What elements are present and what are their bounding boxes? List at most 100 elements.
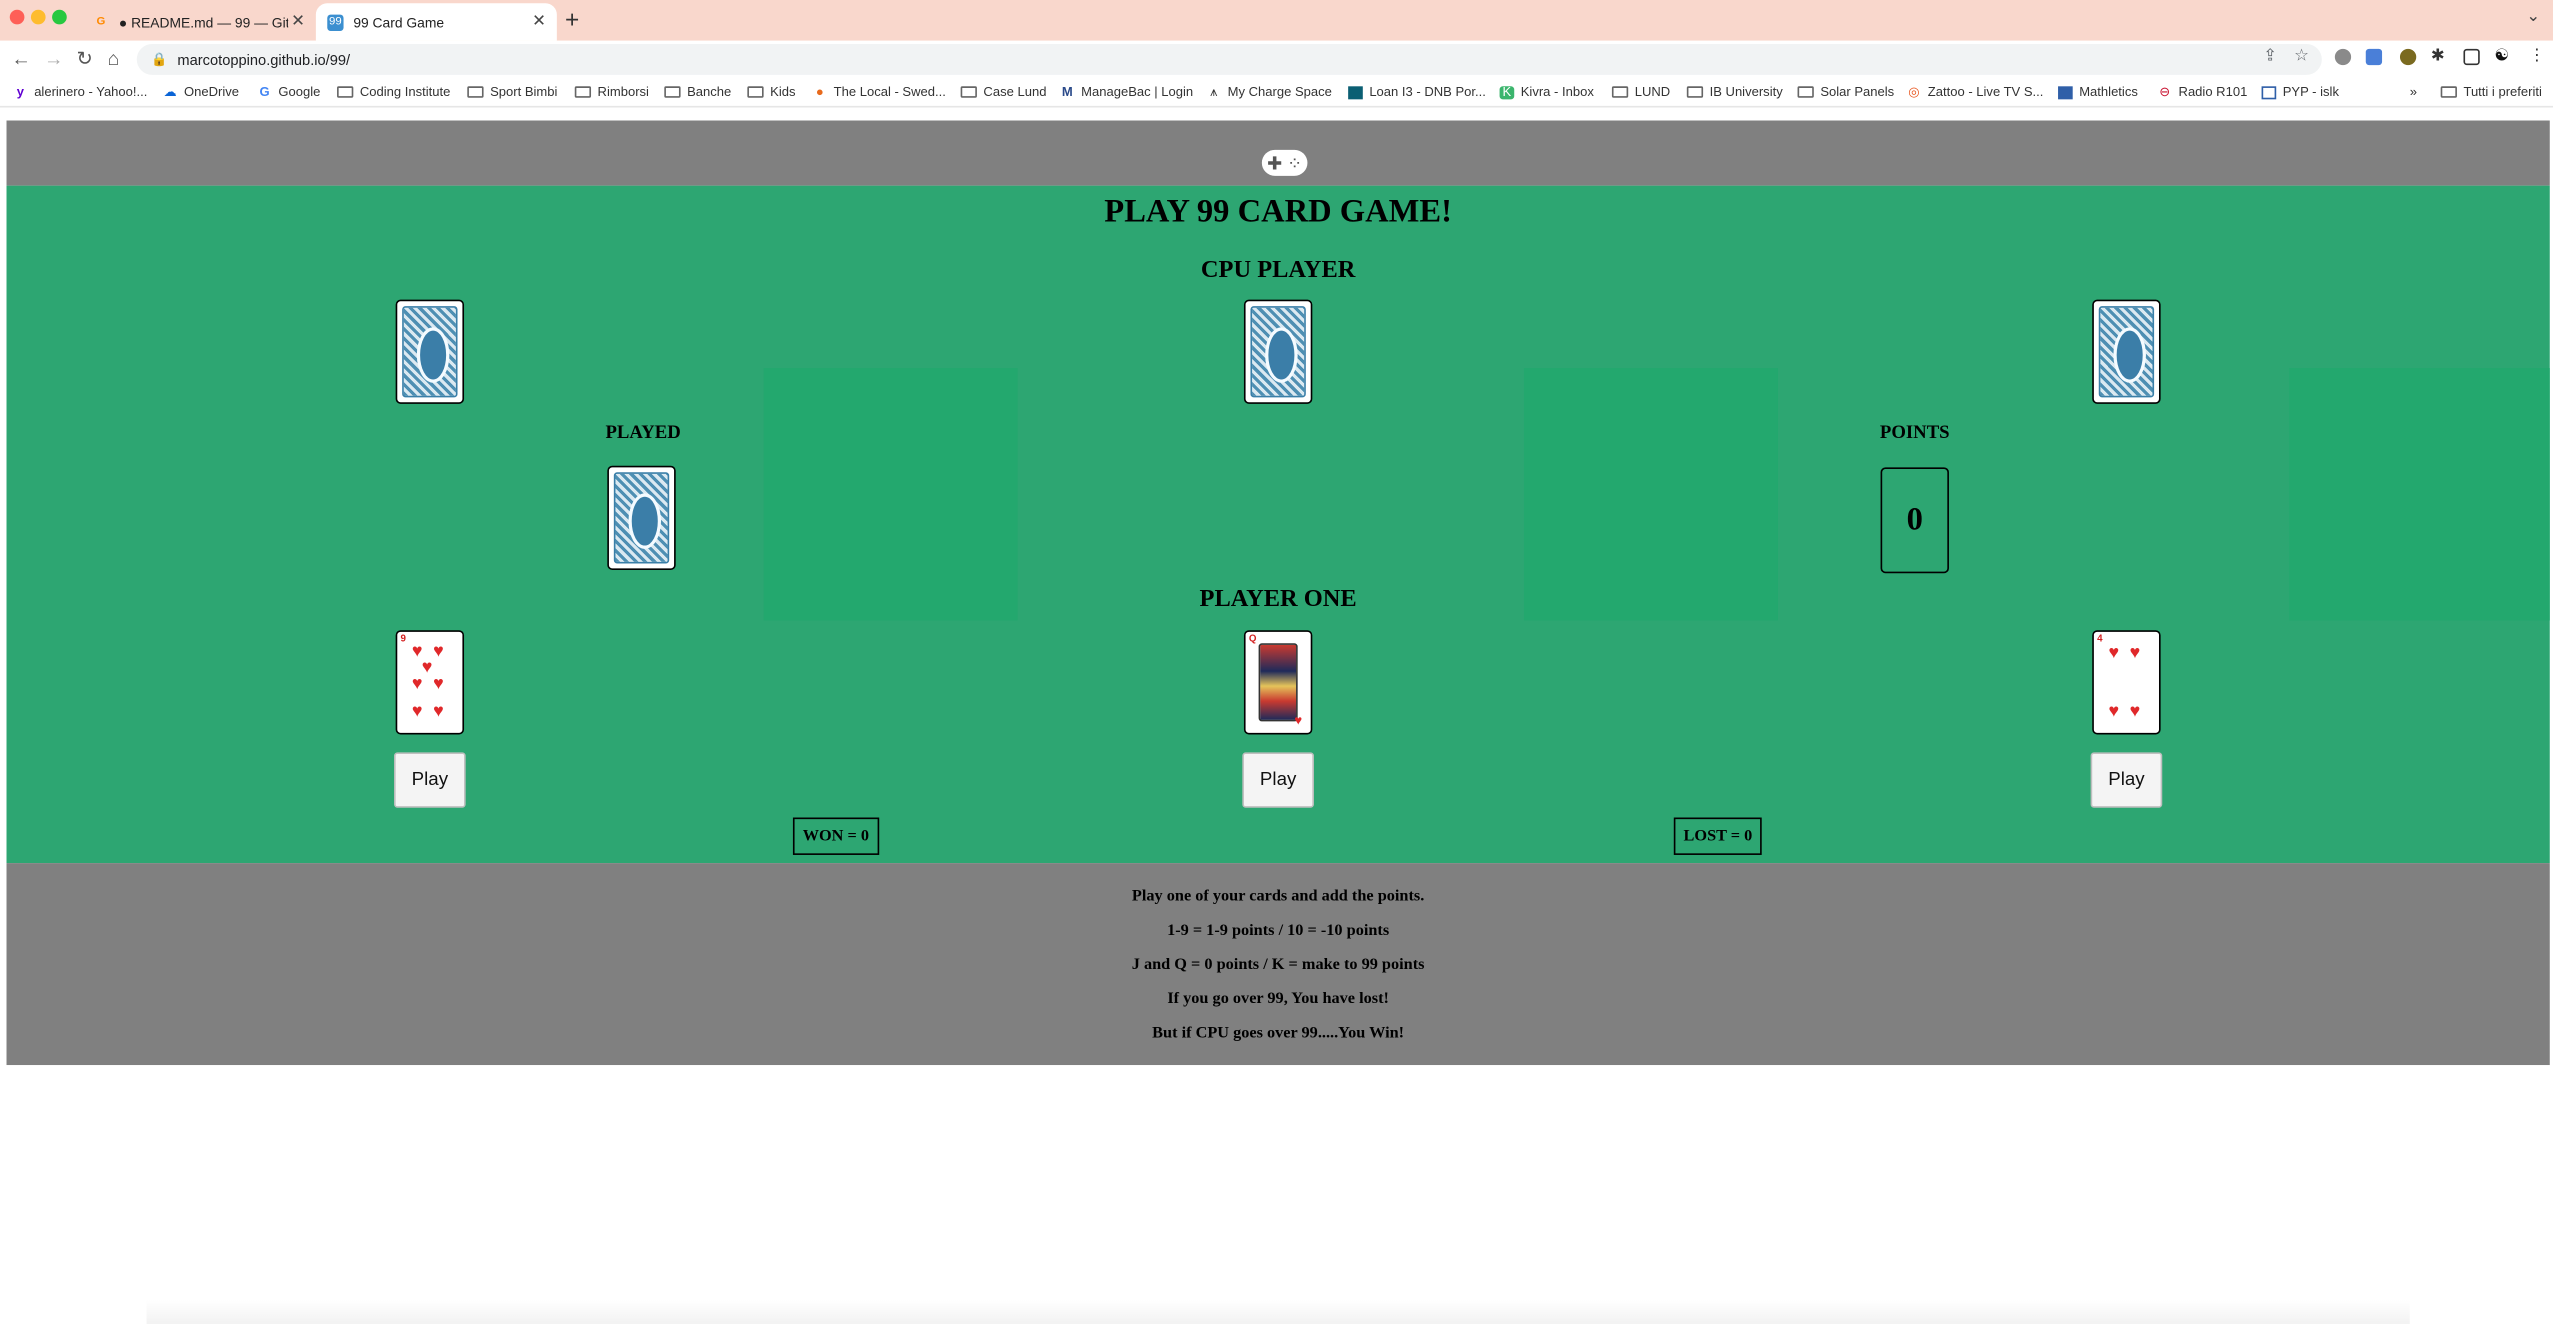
gitpod-icon: G xyxy=(96,16,106,28)
bookmark-item[interactable]: Loan I3 - DNB Por... xyxy=(1348,85,1486,99)
tab-readme[interactable]: G ● README.md — 99 — Gitpod ✕ xyxy=(81,3,315,40)
play-card-3-button[interactable]: Play xyxy=(2090,752,2163,808)
folder-icon xyxy=(467,86,484,98)
extensions-puzzle-icon[interactable]: ✱ xyxy=(2431,47,2445,65)
game-title: PLAY 99 CARD GAME! xyxy=(1104,193,1452,230)
rules-panel: Play one of your cards and add the point… xyxy=(6,863,2550,1066)
bookmark-folder[interactable]: IB University xyxy=(1686,84,1783,100)
bookmark-label: LUND xyxy=(1634,84,1671,100)
more-bookmarks-chevron[interactable]: » xyxy=(2410,85,2417,100)
rule-line: But if CPU goes over 99.....You Win! xyxy=(1152,1024,1405,1043)
queen-portrait xyxy=(1258,643,1298,722)
bookmark-label: Coding Institute xyxy=(359,84,451,100)
tab-strip: G ● README.md — 99 — Gitpod ✕ 99 99 Card… xyxy=(0,0,2553,41)
bookmark-item[interactable]: PYP - islk xyxy=(2261,84,2339,100)
player-card-1: 9 ♥ ♥ ♥ ♥ ♥ ♥ ♥ xyxy=(395,630,465,735)
tab-search-chevron-icon[interactable]: ⌄ xyxy=(2526,8,2540,26)
folder-icon xyxy=(960,86,977,98)
kivra-icon: K xyxy=(1499,85,1515,99)
bookmark-label: Tutti i preferiti xyxy=(2463,84,2542,100)
profile-avatar-icon[interactable]: ☯ xyxy=(2494,47,2509,65)
cpu-player-heading: CPU PLAYER xyxy=(1200,257,1356,284)
nine-of-hearts-card: 9 ♥ ♥ ♥ ♥ ♥ ♥ ♥ xyxy=(397,632,462,733)
lost-counter: LOST = 0 xyxy=(1673,817,1763,855)
translate-icon[interactable] xyxy=(2365,48,2383,66)
card-back xyxy=(613,472,670,564)
onedrive-icon: ☁ xyxy=(163,83,177,99)
bookmark-folder[interactable]: Tutti i preferiti xyxy=(2440,84,2542,100)
forward-icon[interactable]: → xyxy=(44,47,64,70)
managebac-icon: M xyxy=(1061,83,1073,99)
back-icon[interactable]: ← xyxy=(11,47,31,70)
bookmark-folder[interactable]: Sport Bimbi xyxy=(467,85,557,99)
extension-gear-icon[interactable] xyxy=(2334,48,2352,66)
bookmark-label: Solar Panels xyxy=(1820,84,1895,100)
bookmark-folder[interactable]: Rimborsi xyxy=(574,85,649,99)
tab-99-card-game[interactable]: 99 99 Card Game ✕ xyxy=(315,3,557,41)
browser-toolbar: ← → ↻ ⌂ 🔒 marcotoppino.github.io/99/ ⇪ ☆… xyxy=(0,40,2553,80)
home-icon[interactable]: ⌂ xyxy=(107,47,119,70)
played-card xyxy=(607,465,676,570)
player-one-heading: PLAYER ONE xyxy=(1199,586,1357,613)
bookmark-item[interactable]: G Google xyxy=(257,85,320,100)
heart-icon: ♥ xyxy=(1294,713,1303,728)
bookmark-folder[interactable]: Banche xyxy=(664,85,731,99)
card-rank: Q xyxy=(1248,635,1257,645)
bookmark-label: ManageBac | Login xyxy=(1081,84,1194,100)
play-card-1-button[interactable]: Play xyxy=(394,752,466,808)
close-tab-icon[interactable]: ✕ xyxy=(529,13,549,31)
reload-icon[interactable]: ↻ xyxy=(77,47,93,70)
close-window-icon[interactable] xyxy=(9,9,25,25)
bookmark-label: IB University xyxy=(1709,84,1783,100)
bookmark-item[interactable]: ● The Local - Swed... xyxy=(812,83,946,100)
charge-space-icon: ⩚ xyxy=(1210,83,1218,99)
bookmark-folder[interactable]: Coding Institute xyxy=(337,84,451,100)
google-icon: G xyxy=(259,83,270,99)
decorative-panel xyxy=(763,368,1018,621)
share-icon[interactable]: ⇪ xyxy=(2263,47,2277,65)
maximize-window-icon[interactable] xyxy=(52,9,67,25)
browser-menu-icon[interactable]: ⋮ xyxy=(2529,47,2545,65)
bookmark-item[interactable]: ☁ OneDrive xyxy=(163,85,239,100)
lock-icon: 🔒 xyxy=(151,52,168,67)
the-local-icon: ● xyxy=(815,83,824,99)
bookmark-item[interactable]: y alerinero - Yahoo!... xyxy=(13,84,148,100)
mathletics-icon xyxy=(2058,85,2073,99)
bookmark-label: The Local - Swed... xyxy=(833,84,946,100)
bookmark-item[interactable]: Mathletics xyxy=(2058,85,2138,99)
bookmark-folder[interactable]: Solar Panels xyxy=(1797,84,1895,100)
bookmark-folder[interactable]: Kids xyxy=(747,85,795,99)
bookmark-label: PYP - islk xyxy=(2282,84,2339,100)
bookmark-label: alerinero - Yahoo!... xyxy=(34,84,148,100)
decorative-panel xyxy=(2289,368,2550,621)
bookmark-label: Google xyxy=(278,84,321,100)
heart-icon: ♥ xyxy=(2129,701,2141,722)
heart-icon: ♥ xyxy=(2129,643,2141,663)
bookmark-item[interactable]: M ManageBac | Login xyxy=(1060,85,1193,100)
folder-icon xyxy=(574,86,592,98)
new-tab-icon[interactable]: + xyxy=(565,7,579,35)
extension-icon[interactable] xyxy=(2399,48,2417,66)
bookmark-folder[interactable]: Case Lund xyxy=(960,84,1047,100)
bookmark-label: Case Lund xyxy=(983,84,1047,100)
won-counter: WON = 0 xyxy=(792,817,879,855)
bookmark-item[interactable]: ⊖ Radio R101 xyxy=(2157,85,2247,100)
card-back xyxy=(402,306,458,398)
rule-line: If you go over 99, You have lost! xyxy=(1167,990,1389,1009)
decorative-panel xyxy=(1523,368,1778,621)
bookmark-folder[interactable]: LUND xyxy=(1611,84,1671,100)
heart-icon: ♥ xyxy=(421,657,433,678)
bookmark-star-icon[interactable]: ☆ xyxy=(2294,47,2309,65)
bookmark-item[interactable]: ◎ Zattoo - Live TV S... xyxy=(1907,85,2043,100)
side-panel-icon[interactable] xyxy=(2463,48,2480,66)
header-bar: ✚ ⁘ xyxy=(6,120,2550,186)
play-card-2-button[interactable]: Play xyxy=(1242,752,1314,808)
close-tab-icon[interactable]: ✕ xyxy=(288,13,308,31)
address-bar[interactable]: 🔒 marcotoppino.github.io/99/ xyxy=(136,43,2322,75)
minimize-window-icon[interactable] xyxy=(30,9,46,25)
game-table: PLAY 99 CARD GAME! CPU PLAYER PLAYED POI… xyxy=(6,185,2550,864)
bookmark-label: My Charge Space xyxy=(1227,84,1332,100)
bookmark-item[interactable]: K Kivra - Inbox xyxy=(1499,85,1594,99)
bookmark-item[interactable]: ⩚ My Charge Space xyxy=(1206,83,1332,100)
more-bookmarks-icon: » xyxy=(2409,84,2417,100)
